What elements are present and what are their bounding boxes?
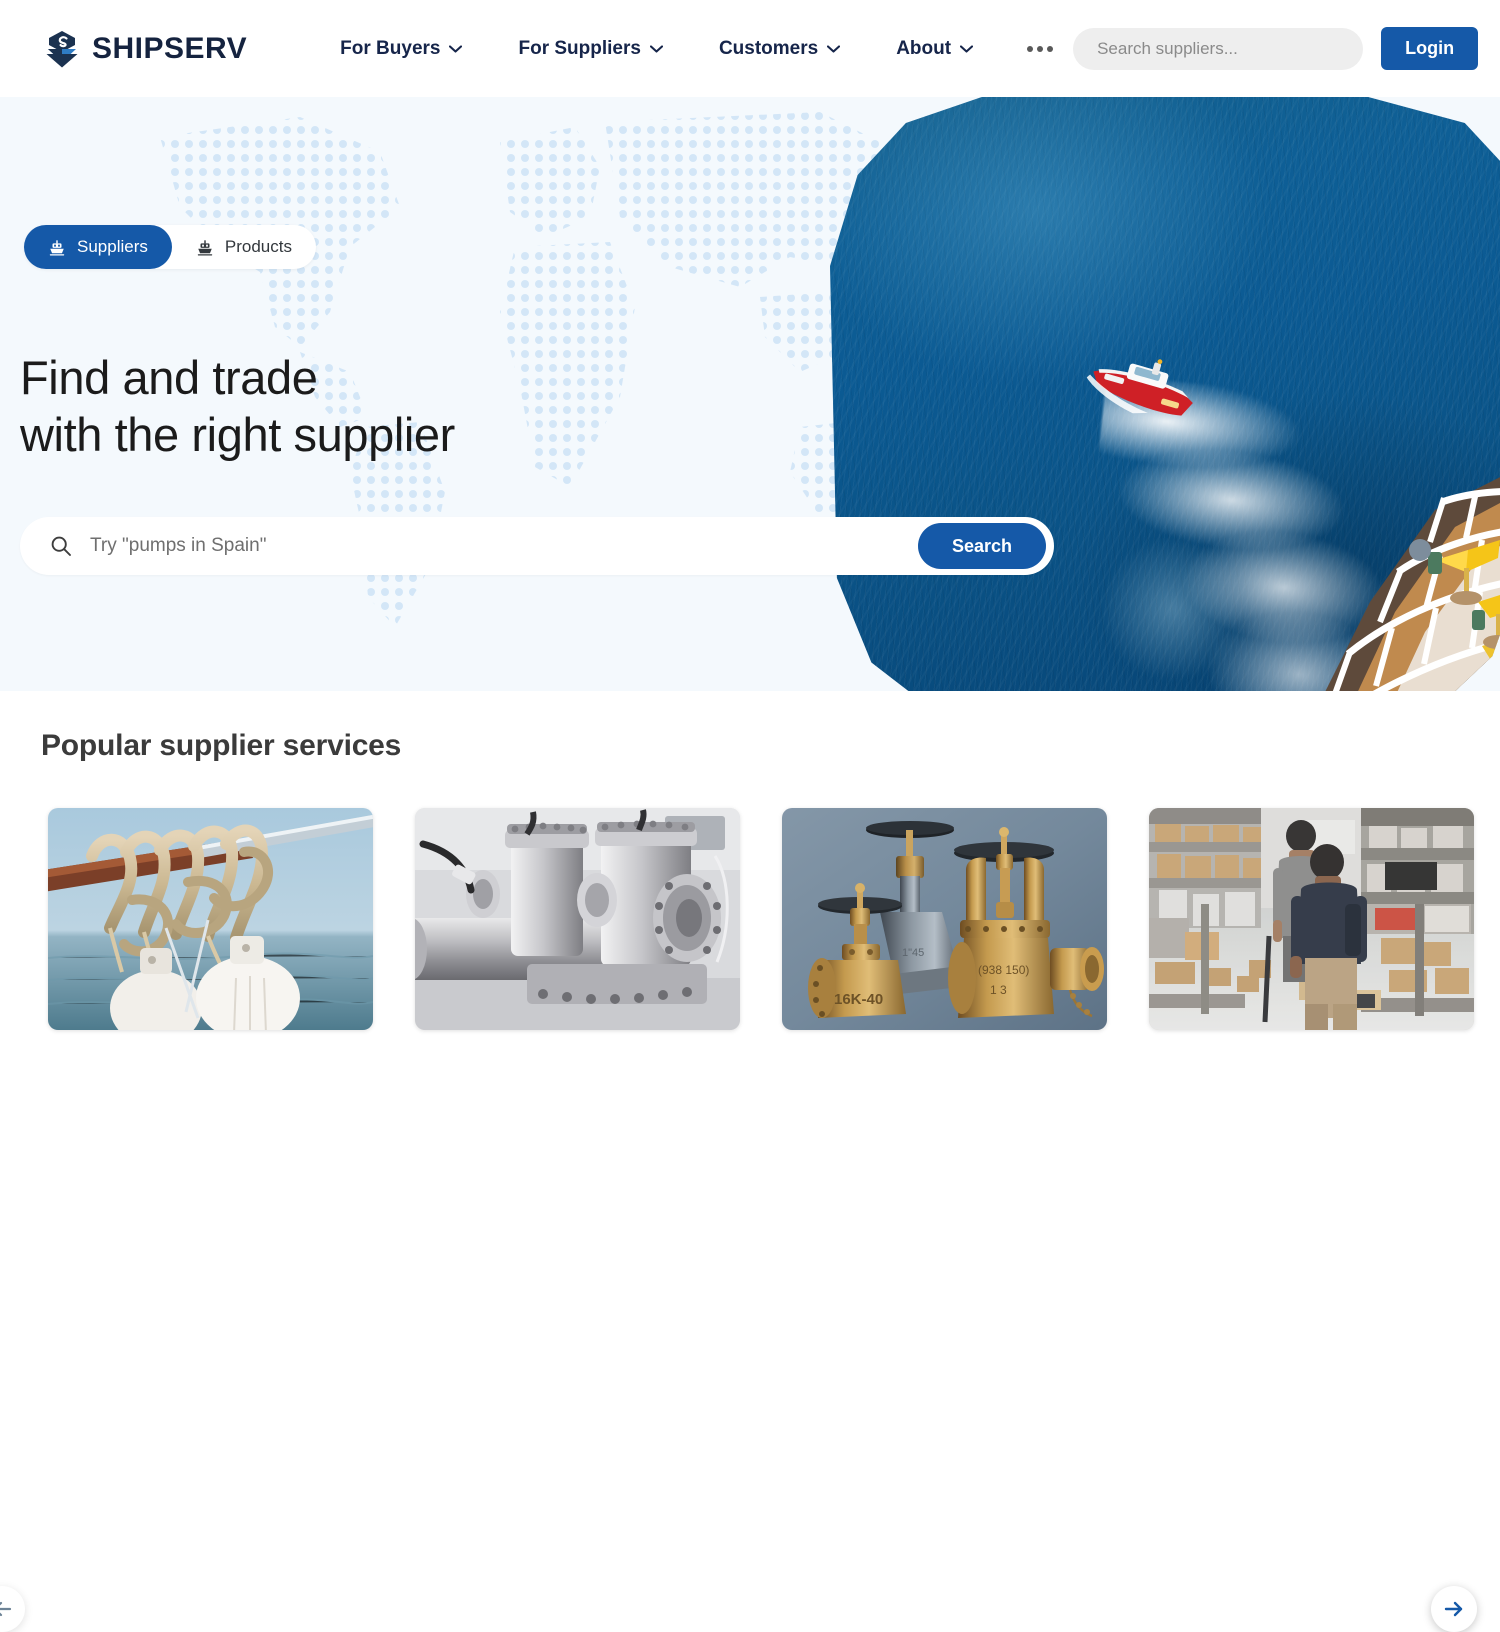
main-navigation: For Buyers For Suppliers Customers About	[312, 30, 1073, 68]
arrow-right-icon	[1444, 1601, 1463, 1617]
chevron-down-icon	[827, 44, 841, 53]
tab-products[interactable]: Products	[172, 225, 316, 269]
bronze-valves-image: 1"45 16K-40 (938 150) 1 3	[782, 808, 1107, 1030]
svg-text:1"45: 1"45	[902, 947, 924, 959]
chevron-down-icon	[960, 44, 974, 53]
hero-section: Suppliers Products Find and trade with t…	[0, 97, 1500, 691]
kebab-more-icon[interactable]	[1007, 36, 1073, 62]
svg-text:1 3: 1 3	[990, 983, 1007, 997]
popular-supplier-services-section: Popular supplier services 1"45 16K-40 (9…	[0, 691, 1500, 1632]
tab-label: Suppliers	[77, 237, 148, 256]
page-title: Find and trade with the right supplier	[20, 349, 455, 463]
ship-icon	[49, 240, 65, 256]
nav-label: For Buyers	[340, 37, 441, 59]
header-search-input[interactable]	[1073, 27, 1364, 70]
service-card[interactable]: 1"45 16K-40 (938 150) 1 3	[782, 808, 1107, 1030]
hero-search-bar: Search	[20, 517, 1054, 575]
header-actions: Login	[1073, 27, 1479, 70]
search-icon	[51, 536, 71, 556]
hero-search-input[interactable]	[90, 535, 918, 557]
nav-item-for-suppliers[interactable]: For Suppliers	[490, 30, 690, 68]
tab-suppliers[interactable]: Suppliers	[24, 225, 172, 269]
ship-icon	[197, 240, 213, 256]
services-carousel: 1"45 16K-40 (938 150) 1 3	[0, 808, 1500, 1030]
chevron-down-icon	[449, 44, 463, 53]
hero-title-line-2: with the right supplier	[20, 408, 455, 461]
shipserv-logo-icon	[46, 30, 78, 67]
section-title: Popular supplier services	[41, 729, 402, 762]
hero-search-button[interactable]: Search	[917, 523, 1046, 569]
brand-logo-link[interactable]: SHIPSERV	[42, 29, 247, 69]
nav-item-customers[interactable]: Customers	[691, 30, 868, 68]
nav-label: Customers	[718, 37, 819, 59]
industrial-pipes-image	[415, 808, 740, 1030]
nav-label: For Suppliers	[518, 37, 641, 59]
nav-item-about[interactable]: About	[868, 30, 1001, 68]
nav-item-for-buyers[interactable]: For Buyers	[312, 30, 490, 68]
arrow-left-icon	[0, 1601, 12, 1617]
mooring-ropes-image	[48, 808, 373, 1030]
login-button[interactable]: Login	[1381, 27, 1479, 70]
brand-name: SHIPSERV	[92, 31, 248, 65]
service-card[interactable]	[48, 808, 373, 1030]
service-card[interactable]	[1149, 808, 1474, 1030]
hero-title-line-1: Find and trade	[20, 351, 318, 404]
carousel-prev-button[interactable]	[0, 1586, 25, 1632]
tab-label: Products	[224, 237, 292, 256]
svg-text:16K-40: 16K-40	[834, 991, 883, 1008]
cruise-deck-illustration	[1290, 462, 1500, 691]
nav-label: About	[896, 37, 952, 59]
service-card[interactable]	[415, 808, 740, 1030]
hero-image	[830, 97, 1500, 691]
site-header: SHIPSERV For Buyers For Suppliers Custom…	[0, 0, 1500, 97]
svg-text:(938 150): (938 150)	[978, 963, 1029, 977]
carousel-next-button[interactable]	[1431, 1586, 1477, 1632]
chevron-down-icon	[649, 44, 663, 53]
search-scope-tabs: Suppliers Products	[24, 225, 316, 269]
warehouse-workers-image	[1149, 808, 1474, 1030]
